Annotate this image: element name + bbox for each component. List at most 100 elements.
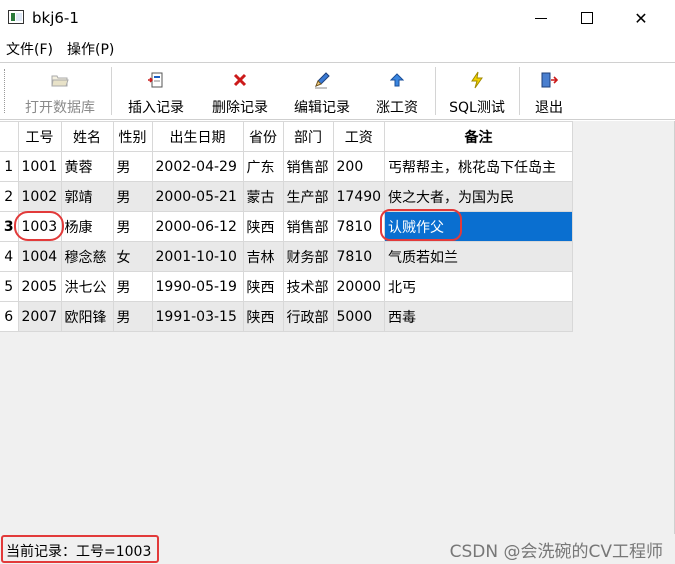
exit-label: 退出 [535, 100, 563, 116]
table-row[interactable]: 4 1004 穆念慈女 2001-10-10 吉林 财务部 7810 气质若如兰 [0, 241, 574, 272]
maximize-button[interactable] [564, 0, 610, 36]
table-cell[interactable]: 2001-10-10 [151, 241, 244, 272]
table-cell[interactable]: 2000-06-12 [151, 211, 244, 242]
corner-cell[interactable] [0, 121, 19, 152]
sql-test-button[interactable]: SQL测试 [444, 65, 510, 117]
table-cell[interactable]: 技术部 [282, 271, 334, 302]
delete-record-label: 删除记录 [212, 100, 268, 116]
table-cell[interactable]: 欧阳锋 [60, 301, 114, 332]
table-cell[interactable]: 1990-05-19 [151, 271, 244, 302]
table-row[interactable]: 6 2007 欧阳锋男 1991-03-15 陕西 行政部 5000 西毒 [0, 301, 574, 332]
row-header[interactable]: 5 [0, 271, 19, 302]
column-header[interactable]: 性别 [112, 121, 153, 152]
table-row[interactable]: 5 2005 洪七公男 1990-05-19 陕西 技术部 20000 北丐 [0, 271, 574, 302]
raise-salary-button[interactable]: 涨工资 [368, 65, 426, 117]
table-row[interactable]: 3 1003 杨康男 2000-06-12 陕西 销售部 7810 认贼作父 [0, 211, 574, 242]
data-grid[interactable]: 工号 姓名 性别 出生日期 省份 部门 工资 备注 1 1001 黄蓉男 2002-0… [0, 121, 675, 534]
table-cell[interactable]: 财务部 [282, 241, 334, 272]
table-cell[interactable]: 200 [332, 151, 386, 182]
exit-button[interactable]: 退出 [526, 65, 572, 117]
table-cell[interactable]: 销售部 [282, 151, 334, 182]
table-cell[interactable]: 陕西 [242, 301, 284, 332]
open-database-label: 打开数据库 [25, 100, 95, 116]
minimize-button[interactable] [518, 0, 564, 36]
minimize-icon [535, 17, 547, 19]
table-cell[interactable]: 认贼作父 [384, 211, 574, 242]
column-header[interactable]: 备注 [384, 121, 574, 152]
table-cell[interactable]: 男 [112, 181, 153, 212]
table-cell[interactable]: 广东 [242, 151, 284, 182]
table-cell[interactable]: 1003 [17, 211, 62, 242]
table-cell[interactable]: 男 [112, 151, 153, 182]
menu-operation[interactable]: 操作(P) [61, 39, 122, 59]
column-header[interactable]: 姓名 [60, 121, 114, 152]
column-header[interactable]: 部门 [282, 121, 334, 152]
table-cell[interactable]: 男 [112, 211, 153, 242]
table-cell[interactable]: 女 [112, 241, 153, 272]
table-cell[interactable]: 黄蓉 [60, 151, 114, 182]
column-header[interactable]: 工资 [332, 121, 386, 152]
table-cell[interactable]: 2007 [17, 301, 62, 332]
column-header[interactable]: 出生日期 [151, 121, 244, 152]
table-cell[interactable]: 气质若如兰 [384, 241, 574, 272]
column-header[interactable]: 省份 [242, 121, 284, 152]
row-header[interactable]: 6 [0, 301, 19, 332]
table-cell[interactable]: 1001 [17, 151, 62, 182]
row-header[interactable]: 2 [0, 181, 19, 212]
table-cell[interactable]: 男 [112, 301, 153, 332]
open-database-button[interactable]: 打开数据库 [18, 65, 102, 117]
records-table: 工号 姓名 性别 出生日期 省份 部门 工资 备注 1 1001 黄蓉男 2002-0… [0, 121, 574, 332]
table-cell[interactable]: 2002-04-29 [151, 151, 244, 182]
table-cell[interactable]: 蒙古 [242, 181, 284, 212]
delete-x-icon [228, 69, 252, 91]
table-cell[interactable]: 丐帮帮主，桃花岛下任岛主 [384, 151, 574, 182]
insert-record-icon [144, 69, 168, 91]
table-cell[interactable]: 2000-05-21 [151, 181, 244, 212]
header-row: 工号 姓名 性别 出生日期 省份 部门 工资 备注 [0, 121, 574, 152]
table-cell[interactable]: 男 [112, 271, 153, 302]
table-cell[interactable]: 陕西 [242, 211, 284, 242]
table-cell[interactable]: 侠之大者，为国为民 [384, 181, 574, 212]
table-cell[interactable]: 陕西 [242, 271, 284, 302]
table-cell[interactable]: 7810 [332, 241, 386, 272]
edit-record-button[interactable]: 编辑记录 [286, 65, 358, 117]
table-cell[interactable]: 5000 [332, 301, 386, 332]
table-cell[interactable]: 穆念慈 [60, 241, 114, 272]
status-current-record: 当前记录：工号=1003 [6, 544, 152, 560]
toolbar-grip[interactable] [4, 69, 6, 113]
up-arrow-icon [385, 69, 409, 91]
table-cell[interactable]: 郭靖 [60, 181, 114, 212]
table-row[interactable]: 1 1001 黄蓉男 2002-04-29 广东 销售部 200 丐帮帮主，桃花岛下任岛主 [0, 151, 574, 182]
insert-record-label: 插入记录 [128, 100, 184, 116]
row-header[interactable]: 3 [0, 211, 19, 242]
lightning-icon [465, 69, 489, 91]
row-header[interactable]: 1 [0, 151, 19, 182]
table-cell[interactable]: 西毒 [384, 301, 574, 332]
table-cell[interactable]: 1002 [17, 181, 62, 212]
table-cell[interactable]: 7810 [332, 211, 386, 242]
title-bar: bkj6-1 ✕ [0, 0, 675, 36]
maximize-icon [581, 12, 593, 24]
table-cell[interactable]: 2005 [17, 271, 62, 302]
table-cell[interactable]: 1991-03-15 [151, 301, 244, 332]
row-header[interactable]: 4 [0, 241, 19, 272]
delete-record-button[interactable]: 删除记录 [204, 65, 276, 117]
table-cell[interactable]: 洪七公 [60, 271, 114, 302]
insert-record-button[interactable]: 插入记录 [120, 65, 192, 117]
close-button[interactable]: ✕ [618, 0, 664, 36]
raise-salary-label: 涨工资 [376, 100, 418, 116]
table-cell[interactable]: 吉林 [242, 241, 284, 272]
table-cell[interactable]: 生产部 [282, 181, 334, 212]
table-row[interactable]: 2 1002 郭靖男 2000-05-21 蒙古 生产部 17490 侠之大者，为国为民 [0, 181, 574, 212]
table-cell[interactable]: 北丐 [384, 271, 574, 302]
table-cell[interactable]: 行政部 [282, 301, 334, 332]
table-cell[interactable]: 杨康 [60, 211, 114, 242]
edit-record-label: 编辑记录 [294, 100, 350, 116]
column-header[interactable]: 工号 [17, 121, 62, 152]
menu-file[interactable]: 文件(F) [0, 39, 61, 59]
folder-icon [48, 69, 72, 91]
table-cell[interactable]: 20000 [332, 271, 386, 302]
table-cell[interactable]: 17490 [332, 181, 386, 212]
table-cell[interactable]: 1004 [17, 241, 62, 272]
table-cell[interactable]: 销售部 [282, 211, 334, 242]
